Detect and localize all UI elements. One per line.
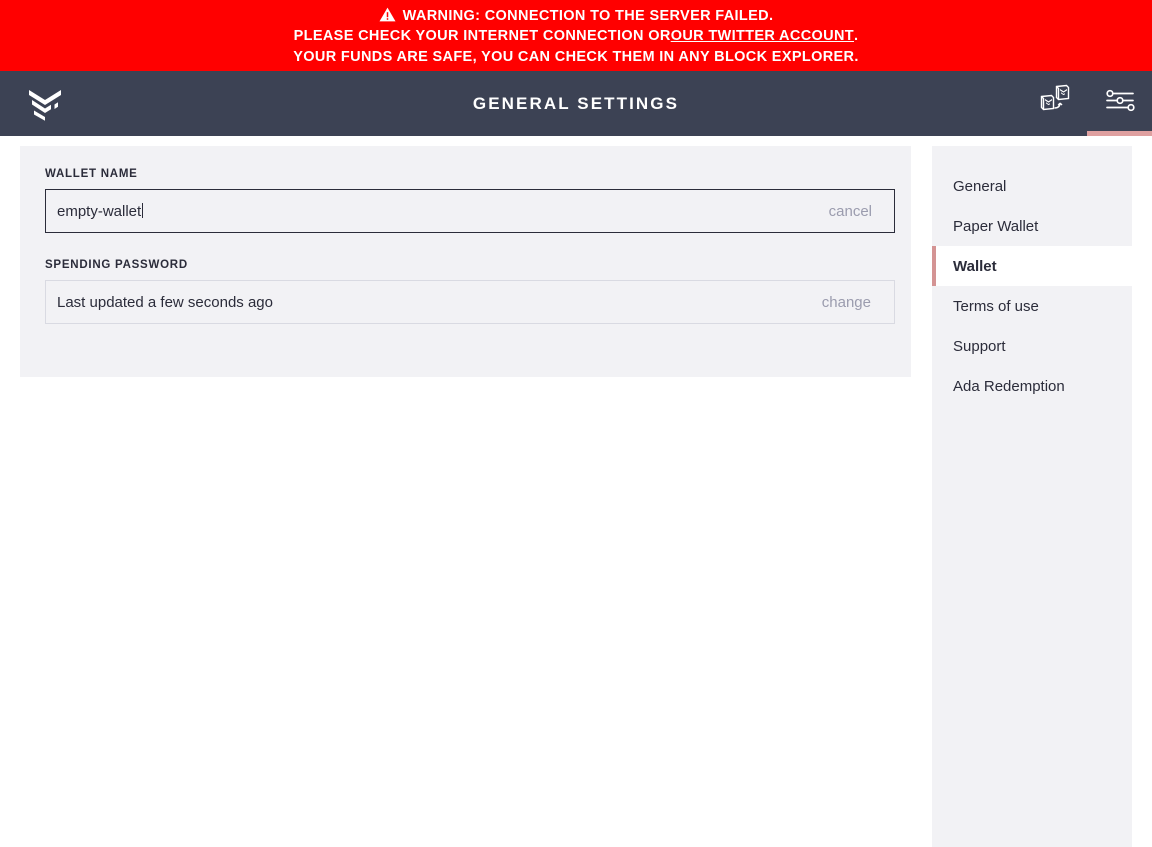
warning-text-line-1: WARNING: CONNECTION TO THE SERVER FAILED… [402,7,774,24]
wallet-name-input[interactable]: empty-wallet [46,203,829,220]
wallet-switch-button[interactable] [1022,71,1087,136]
settings-menu-item-support[interactable]: Support [932,326,1132,366]
spending-password-change-button[interactable]: change [822,294,894,311]
settings-menu-item-label: General [953,177,1007,195]
warning-triangle-icon [379,7,396,22]
settings-menu-item-ada-redemption[interactable]: Ada Redemption [932,366,1132,406]
settings-menu-item-general[interactable]: General [932,166,1132,206]
server-connection-warning-banner: WARNING: CONNECTION TO THE SERVER FAILED… [0,0,1152,71]
settings-menu-item-label: Ada Redemption [953,377,1065,395]
settings-menu-item-paper-wallet[interactable]: Paper Wallet [932,206,1132,246]
wallet-switch-icon [1033,79,1077,128]
settings-menu-item-label: Paper Wallet [953,217,1039,235]
wallet-name-cancel-button[interactable]: cancel [829,203,894,220]
wallet-name-label: WALLET NAME [45,168,138,180]
spending-password-label: SPENDING PASSWORD [45,259,188,271]
settings-menu-item-terms-of-use[interactable]: Terms of use [932,286,1132,326]
daedalus-logo-icon[interactable] [24,83,66,125]
page-body: WALLET NAME empty-wallet cancel SPENDING… [0,136,1152,847]
settings-menu-item-label: Support [953,337,1006,355]
warning-line-1: WARNING: CONNECTION TO THE SERVER FAILED… [379,6,774,27]
page-title: GENERAL SETTINGS [472,93,680,113]
settings-menu-item-label: Terms of use [953,297,1039,315]
twitter-account-link[interactable]: OUR TWITTER ACCOUNT [671,26,854,47]
warning-line-2: PLEASE CHECK YOUR INTERNET CONNECTION OR… [294,26,859,47]
settings-menu-item-label: Wallet [953,257,997,275]
settings-menu-item-wallet[interactable]: Wallet [932,246,1132,286]
settings-menu: General Paper Wallet Wallet Terms of use… [932,146,1132,847]
wallet-settings-card: WALLET NAME empty-wallet cancel SPENDING… [20,146,911,377]
wallet-name-field[interactable]: empty-wallet cancel [45,189,895,233]
settings-button[interactable] [1087,71,1152,136]
top-bar-actions [1022,71,1152,136]
warning-text-line-2-before: PLEASE CHECK YOUR INTERNET CONNECTION OR [293,28,671,45]
spending-password-status: Last updated a few seconds ago [57,293,273,311]
settings-sliders-icon [1104,87,1136,120]
warning-text-line-2-after: . [854,28,859,45]
warning-line-3: YOUR FUNDS ARE SAFE, YOU CAN CHECK THEM … [293,48,859,65]
top-bar: GENERAL SETTINGS [0,71,1152,136]
spending-password-field: Last updated a few seconds ago change [45,280,895,324]
